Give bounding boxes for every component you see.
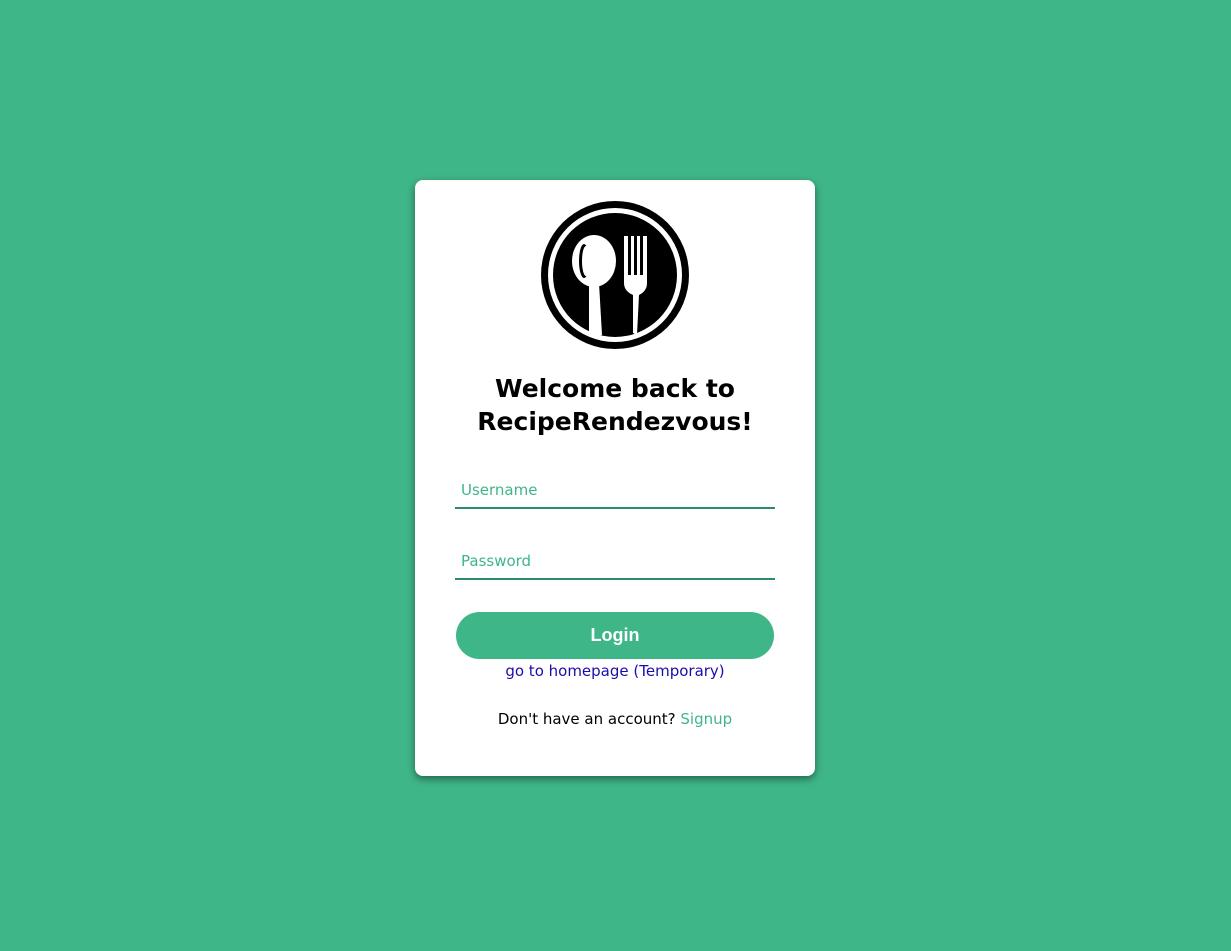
page-title: Welcome back to RecipeRendezvous!	[415, 372, 815, 438]
spoon-and-fork-icon	[541, 201, 689, 349]
signup-prompt: Don't have an account?	[497, 710, 676, 728]
username-field[interactable]	[455, 473, 775, 509]
title-line-2: RecipeRendezvous!	[477, 407, 753, 436]
homepage-link[interactable]: go to homepage (Temporary)	[505, 662, 724, 680]
homepage-link-row: go to homepage (Temporary)	[415, 661, 815, 681]
login-button[interactable]: Login	[456, 612, 774, 659]
signup-row: Don't have an account? Signup	[415, 709, 815, 729]
title-line-1: Welcome back to	[495, 374, 735, 403]
signup-link[interactable]: Signup	[680, 710, 732, 728]
password-field[interactable]	[455, 544, 775, 580]
login-card: Welcome back to RecipeRendezvous! Login …	[415, 180, 815, 776]
